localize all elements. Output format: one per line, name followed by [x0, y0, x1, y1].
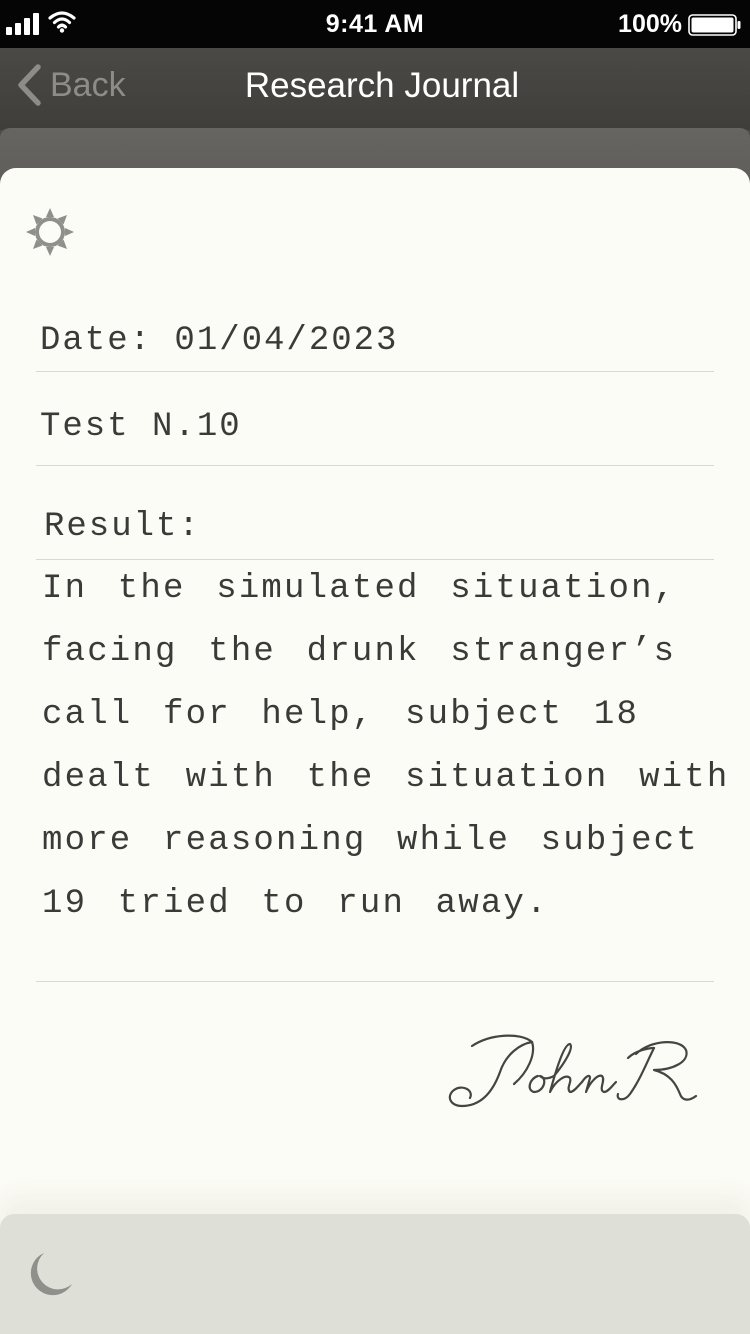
screen: 9:41 AM 100% Back Research Journal Date:… [0, 0, 750, 1334]
result-text: In the simulated situation, facing the d… [42, 570, 730, 923]
moon-icon[interactable] [24, 1250, 74, 1300]
bottom-toolbar [0, 1214, 750, 1334]
divider [36, 371, 714, 372]
journal-card: Date: 01/04/2023 Test N.10 Result: In th… [0, 168, 750, 1228]
battery-icon [688, 14, 741, 36]
entry-test-number: Test N.10 [40, 408, 242, 446]
nav-bar: Back Research Journal [0, 48, 750, 130]
result-label: Result: [44, 508, 201, 546]
signature [448, 1034, 698, 1108]
status-bar: 9:41 AM 100% [0, 0, 750, 48]
divider [36, 981, 714, 982]
sun-icon[interactable] [24, 206, 76, 258]
divider [36, 465, 714, 466]
page-title: Research Journal [244, 66, 520, 105]
battery-percent: 100% [618, 10, 682, 38]
entry-date: Date: 01/04/2023 [40, 322, 399, 360]
